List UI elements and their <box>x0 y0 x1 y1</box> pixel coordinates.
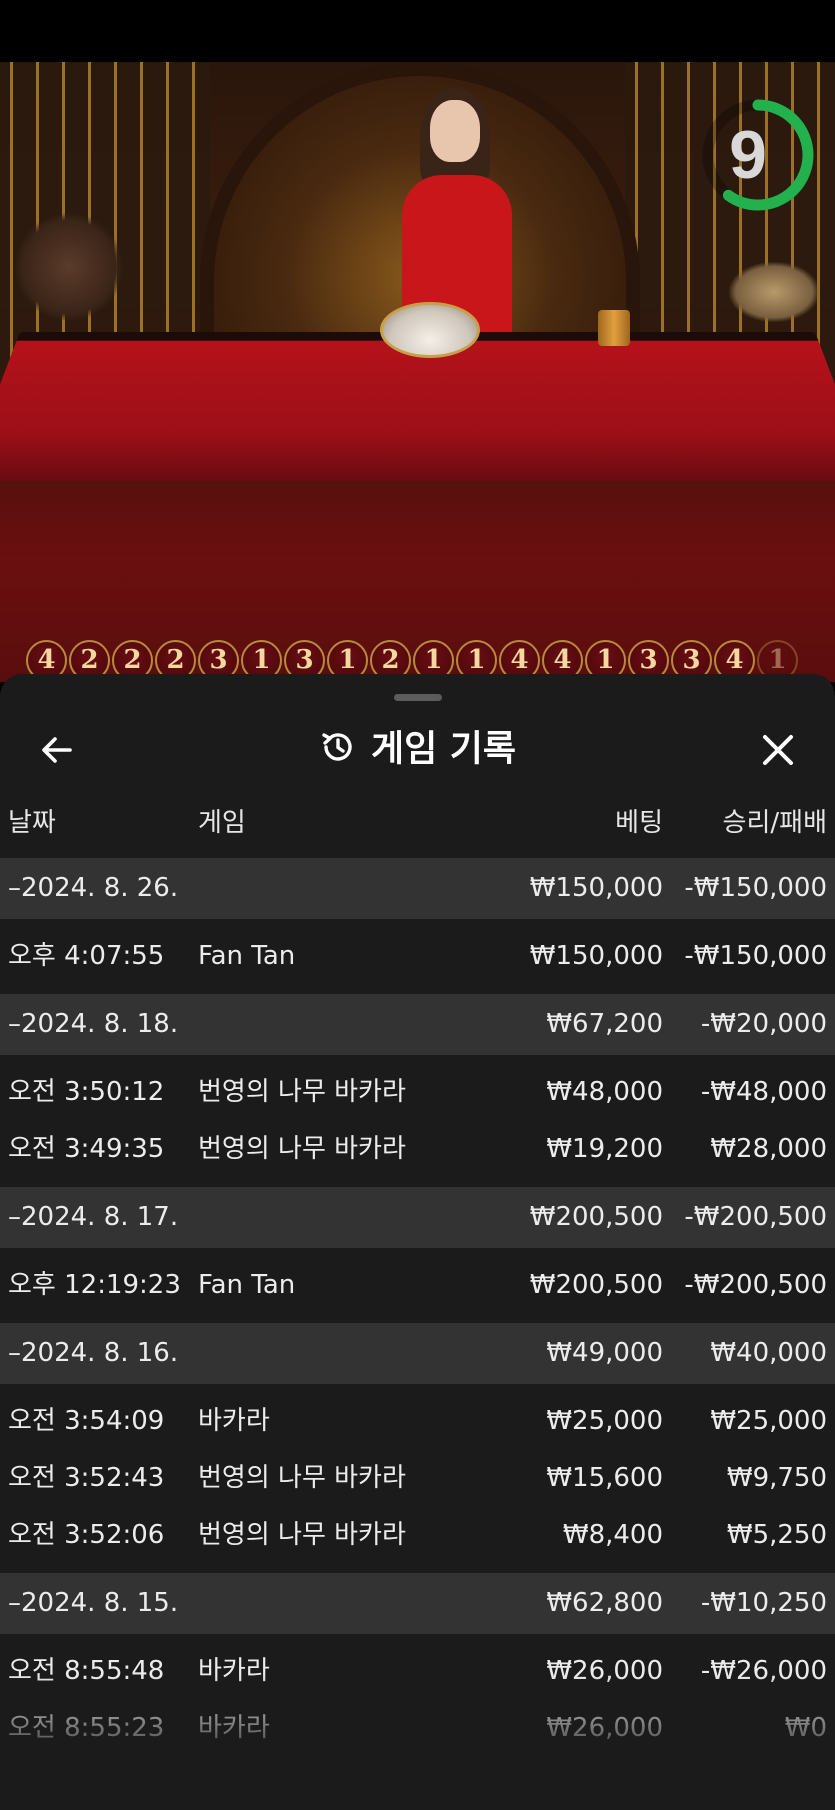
group-date: –2024. 8. 26. <box>8 873 179 903</box>
sheet-drag-handle[interactable] <box>394 694 442 701</box>
arrow-left-icon <box>42 737 72 763</box>
row-bet: ₩200,500 <box>529 1270 663 1300</box>
row-result: -₩150,000 <box>684 941 827 971</box>
row-bet: ₩15,600 <box>546 1463 663 1493</box>
row-result: ₩0 <box>784 1713 827 1743</box>
col-bet: 베팅 <box>615 808 663 838</box>
date-group-row[interactable]: –2024. 8. 17. ₩200,500 -₩200,500 <box>0 1187 835 1248</box>
history-row[interactable]: 오전 3:54:09 바카라 ₩25,000 ₩25,000 <box>0 1393 835 1450</box>
row-bet: ₩26,000 <box>546 1713 663 1743</box>
history-row[interactable]: 오전 3:52:06 번영의 나무 바카라 ₩8,400 ₩5,250 <box>0 1507 835 1564</box>
group-bet-total: ₩49,000 <box>546 1338 663 1368</box>
group-result-total: -₩10,250 <box>700 1588 827 1618</box>
date-group-row[interactable]: –2024. 8. 18. ₩67,200 -₩20,000 <box>0 994 835 1055</box>
row-bet: ₩25,000 <box>546 1406 663 1436</box>
status-bar <box>0 0 835 62</box>
history-row[interactable]: 오전 3:52:43 번영의 나무 바카라 ₩15,600 ₩9,750 <box>0 1450 835 1507</box>
date-group-row[interactable]: –2024. 8. 26. ₩150,000 -₩150,000 <box>0 858 835 919</box>
group-result-total: ₩40,000 <box>710 1338 827 1368</box>
group-date: –2024. 8. 15. <box>8 1588 179 1618</box>
row-game: Fan Tan <box>198 941 296 971</box>
history-row[interactable]: 오전 3:49:35 번영의 나무 바카라 ₩19,200 ₩28,000 <box>0 1121 835 1178</box>
sheet-title-wrap: 게임 기록 <box>0 714 835 784</box>
row-time: 오전 3:54:09 <box>8 1406 165 1436</box>
row-time: 오전 8:55:23 <box>8 1713 165 1743</box>
sheet-header: 게임 기록 <box>0 714 835 784</box>
close-icon <box>763 735 793 765</box>
sheet-title: 게임 기록 <box>370 728 516 770</box>
row-game: 번영의 나무 바카라 <box>198 1520 406 1550</box>
group-result-total: -₩20,000 <box>700 1009 827 1039</box>
row-bet: ₩8,400 <box>562 1520 663 1550</box>
row-bet: ₩48,000 <box>546 1077 663 1107</box>
row-bet: ₩150,000 <box>529 941 663 971</box>
history-list: –2024. 8. 26. ₩150,000 -₩150,000 오후 4:07:55… <box>0 858 835 1766</box>
group-date: –2024. 8. 18. <box>8 1009 179 1039</box>
history-row[interactable]: 오후 4:07:55 Fan Tan ₩150,000 -₩150,000 <box>0 928 835 985</box>
close-button[interactable] <box>756 728 800 772</box>
history-row[interactable]: 오전 3:50:12 번영의 나무 바카라 ₩48,000 -₩48,000 <box>0 1064 835 1121</box>
group-bet-total: ₩62,800 <box>546 1588 663 1618</box>
table-header: 날짜 게임 베팅 승리/패배 <box>0 789 835 857</box>
row-result: -₩48,000 <box>700 1077 827 1107</box>
back-button[interactable] <box>36 728 80 772</box>
game-history-sheet: 게임 기록 날짜 게임 베팅 승리/패배 –2024. 8. 26. ₩150,0… <box>0 674 835 1810</box>
row-game: 바카라 <box>198 1406 270 1436</box>
history-row[interactable]: 오전 8:55:23 바카라 ₩26,000 ₩0 <box>0 1700 835 1757</box>
group-result-total: -₩200,500 <box>684 1202 827 1232</box>
bead-bowl <box>380 302 480 358</box>
dragon-statue-decor <box>729 262 819 322</box>
date-group-row[interactable]: –2024. 8. 16. ₩49,000 ₩40,000 <box>0 1323 835 1384</box>
timer-value: 9 <box>729 117 767 193</box>
row-game: 바카라 <box>198 1656 270 1686</box>
row-time: 오전 3:52:06 <box>8 1520 165 1550</box>
col-date: 날짜 <box>8 808 56 838</box>
history-row[interactable]: 오전 8:55:48 바카라 ₩26,000 -₩26,000 <box>0 1643 835 1700</box>
row-result: -₩200,500 <box>684 1270 827 1300</box>
row-bet: ₩26,000 <box>546 1656 663 1686</box>
row-time: 오후 12:19:23 <box>8 1270 181 1300</box>
date-group-row[interactable]: –2024. 8. 15. ₩62,800 -₩10,250 <box>0 1573 835 1634</box>
row-result: -₩26,000 <box>700 1656 827 1686</box>
row-result: ₩5,250 <box>726 1520 827 1550</box>
group-bet-total: ₩200,500 <box>529 1202 663 1232</box>
group-date: –2024. 8. 16. <box>8 1338 179 1368</box>
row-game: 번영의 나무 바카라 <box>198 1134 406 1164</box>
round-timer: 9 <box>700 97 816 213</box>
history-icon <box>322 732 352 761</box>
group-bet-total: ₩67,200 <box>546 1009 663 1039</box>
row-game: 번영의 나무 바카라 <box>198 1463 406 1493</box>
row-game: 바카라 <box>198 1713 270 1743</box>
row-time: 오전 8:55:48 <box>8 1656 165 1686</box>
group-bet-total: ₩150,000 <box>529 873 663 903</box>
live-video-stage: 9 422231312114413341 <box>0 62 835 682</box>
col-game: 게임 <box>198 808 246 838</box>
row-result: ₩28,000 <box>710 1134 827 1164</box>
row-result: ₩25,000 <box>710 1406 827 1436</box>
group-result-total: -₩150,000 <box>684 873 827 903</box>
row-time: 오전 3:50:12 <box>8 1077 165 1107</box>
row-time: 오후 4:07:55 <box>8 941 165 971</box>
row-time: 오전 3:49:35 <box>8 1134 165 1164</box>
row-bet: ₩19,200 <box>546 1134 663 1164</box>
row-result: ₩9,750 <box>726 1463 827 1493</box>
row-time: 오전 3:52:43 <box>8 1463 165 1493</box>
history-row[interactable]: 오후 12:19:23 Fan Tan ₩200,500 -₩200,500 <box>0 1257 835 1314</box>
bonsai-decor <box>14 212 124 322</box>
group-date: –2024. 8. 17. <box>8 1202 179 1232</box>
col-result: 승리/패배 <box>722 808 827 838</box>
row-game: Fan Tan <box>198 1270 296 1300</box>
row-game: 번영의 나무 바카라 <box>198 1077 406 1107</box>
fantan-cup <box>598 310 630 346</box>
